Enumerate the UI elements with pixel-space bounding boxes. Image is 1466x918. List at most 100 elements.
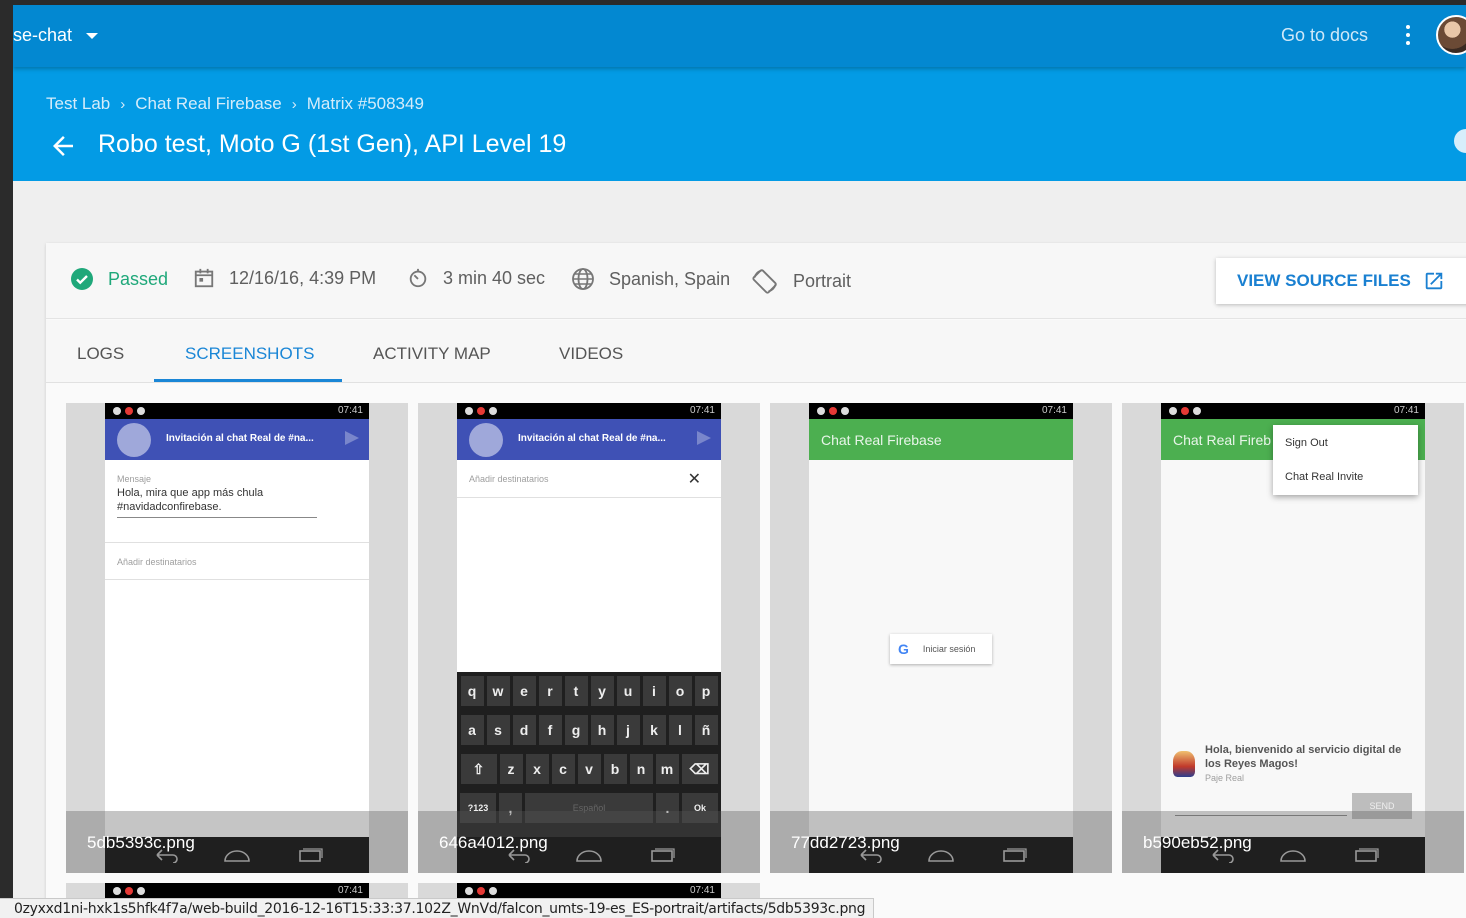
key: u <box>616 676 640 706</box>
test-orientation: Portrait <box>751 267 851 295</box>
go-to-docs-link[interactable]: Go to docs <box>1281 25 1368 46</box>
device-screen: 07:41 Chat Real Firebase G Iniciar sesió… <box>809 403 1073 873</box>
key: w <box>486 676 510 706</box>
key: y <box>590 676 614 706</box>
recipients-field: Añadir destinatarios <box>117 557 197 567</box>
page-title: Robo test, Moto G (1st Gen), API Level 1… <box>98 130 567 158</box>
send-icon <box>345 431 359 445</box>
breadcrumb-test-lab[interactable]: Test Lab <box>46 94 110 114</box>
breadcrumb-matrix[interactable]: Matrix #508349 <box>307 94 424 114</box>
check-circle-icon <box>71 268 93 290</box>
key: i <box>642 676 666 706</box>
device-status-bar: 07:41 <box>457 883 721 899</box>
recipients-field: Añadir destinatarios <box>469 474 549 484</box>
device-clock: 07:41 <box>1393 405 1419 416</box>
app-toolbar: Chat Real Firebase <box>809 419 1073 460</box>
account-avatar[interactable] <box>1436 15 1466 55</box>
screen-rotation-icon <box>752 269 777 294</box>
key: f <box>538 715 562 745</box>
top-app-bar: se-chat Go to docs <box>13 5 1466 67</box>
screenshot-thumbnail[interactable]: 07:41 Chat Real Firebase G Iniciar sesió… <box>770 403 1112 873</box>
avatar <box>469 423 503 457</box>
tab-videos[interactable]: VIDEOS <box>559 344 623 364</box>
timer-icon <box>409 268 427 288</box>
device-status-bar: 07:41 <box>809 403 1073 419</box>
tab-logs[interactable]: LOGS <box>77 344 124 364</box>
device-status-bar: 07:41 <box>457 403 721 419</box>
link-status-url: 0zyxxd1ni-hxk1s5hfk4f7a/web-build_2016-1… <box>0 898 875 918</box>
key: l <box>668 715 692 745</box>
more-vert-icon[interactable] <box>1406 25 1410 45</box>
key: e <box>512 676 536 706</box>
view-source-files-label: VIEW SOURCE FILES <box>1237 271 1411 290</box>
globe-icon <box>572 268 594 290</box>
key: ñ <box>694 715 718 745</box>
screenshot-filename: 646a4012.png <box>439 833 548 852</box>
message-label: Mensaje <box>117 474 152 484</box>
key: a <box>460 715 484 745</box>
result-tabs: LOGS SCREENSHOTS ACTIVITY MAP VIDEOS <box>46 320 1466 383</box>
open-in-new-icon <box>1425 272 1443 290</box>
device-clock: 07:41 <box>337 885 363 896</box>
tab-activity-map[interactable]: ACTIVITY MAP <box>373 344 491 364</box>
backspace-key-icon: ⌫ <box>681 754 718 784</box>
screenshot-thumbnail[interactable]: 07:41 Invitación al chat Real de #na... … <box>418 403 760 873</box>
google-signin-button: G Iniciar sesión <box>890 634 992 664</box>
key: s <box>486 715 510 745</box>
breadcrumb-app[interactable]: Chat Real Firebase <box>135 94 281 114</box>
overflow-menu: Sign Out Chat Real Invite <box>1273 425 1418 495</box>
screenshot-filename: 5db5393c.png <box>87 833 195 852</box>
keyboard-row-2: a s d f g h j k l ñ <box>459 715 719 745</box>
help-icon[interactable] <box>1454 129 1466 153</box>
message-text: Hola, mira que app más chula #navidadcon… <box>117 486 317 518</box>
key: c <box>551 754 575 784</box>
menu-item-invite: Chat Real Invite <box>1285 471 1364 483</box>
caret-down-icon <box>86 32 99 39</box>
key: o <box>668 676 692 706</box>
keyboard-row-3: ⇧ z x c v b n m ⌫ <box>459 754 719 784</box>
key: k <box>642 715 666 745</box>
device-screen: 07:41 Chat Real Fireb Sign Out Chat Real… <box>1161 403 1425 873</box>
status-badge: Passed <box>70 267 168 291</box>
device-clock: 07:41 <box>1041 405 1067 416</box>
device-status-bar: 07:41 <box>105 883 369 899</box>
screenshot-filename-overlay: 77dd2723.png <box>770 811 1112 873</box>
device-clock: 07:41 <box>689 405 715 416</box>
chat-message-text: Hola, bienvenido al servicio digital de … <box>1205 744 1402 770</box>
key: q <box>460 676 484 706</box>
chevron-right-icon: › <box>291 95 297 113</box>
invite-title: Invitación al chat Real de #na... <box>166 433 314 444</box>
test-result-card: Passed 12/16/16, 4:39 PM 3 min 40 sec Sp… <box>46 243 1466 918</box>
invite-app-bar: Invitación al chat Real de #na... <box>105 419 369 460</box>
device-status-bar: 07:41 <box>105 403 369 419</box>
screenshot-thumbnail[interactable]: 07:41 Chat Real Fireb Sign Out Chat Real… <box>1122 403 1464 873</box>
screenshot-thumbnail[interactable]: 07:41 Invitación al chat Real de #na... … <box>66 403 408 873</box>
menu-item-sign-out: Sign Out <box>1285 437 1328 449</box>
avatar <box>1173 751 1195 777</box>
project-selector[interactable]: se-chat <box>13 25 99 46</box>
view-source-files-button[interactable]: VIEW SOURCE FILES <box>1216 258 1466 304</box>
device-status-bar: 07:41 <box>1161 403 1425 419</box>
screenshot-filename: 77dd2723.png <box>791 833 900 852</box>
active-tab-indicator <box>154 379 342 382</box>
avatar <box>117 423 151 457</box>
key: t <box>564 676 588 706</box>
test-duration: 3 min 40 sec <box>407 267 545 289</box>
key: z <box>499 754 523 784</box>
device-screen: 07:41 Invitación al chat Real de #na... … <box>457 403 721 873</box>
chat-message: Hola, bienvenido al servicio digital de … <box>1173 743 1413 783</box>
orientation-text: Portrait <box>793 270 852 291</box>
test-locale: Spanish, Spain <box>571 267 730 291</box>
key: b <box>603 754 627 784</box>
back-arrow-icon[interactable] <box>48 131 78 161</box>
invite-app-bar: Invitación al chat Real de #na... <box>457 419 721 460</box>
key: p <box>694 676 718 706</box>
breadcrumb: Test Lab › Chat Real Firebase › Matrix #… <box>46 94 424 114</box>
close-icon: ✕ <box>687 471 701 488</box>
duration-text: 3 min 40 sec <box>443 267 546 288</box>
project-name: se-chat <box>13 25 73 45</box>
app-toolbar-title: Chat Real Firebase <box>821 432 942 448</box>
tab-screenshots[interactable]: SCREENSHOTS <box>185 344 314 364</box>
screenshot-filename-overlay: b590eb52.png <box>1122 811 1464 873</box>
app-window: se-chat Go to docs Test Lab › Chat Real … <box>13 5 1466 918</box>
